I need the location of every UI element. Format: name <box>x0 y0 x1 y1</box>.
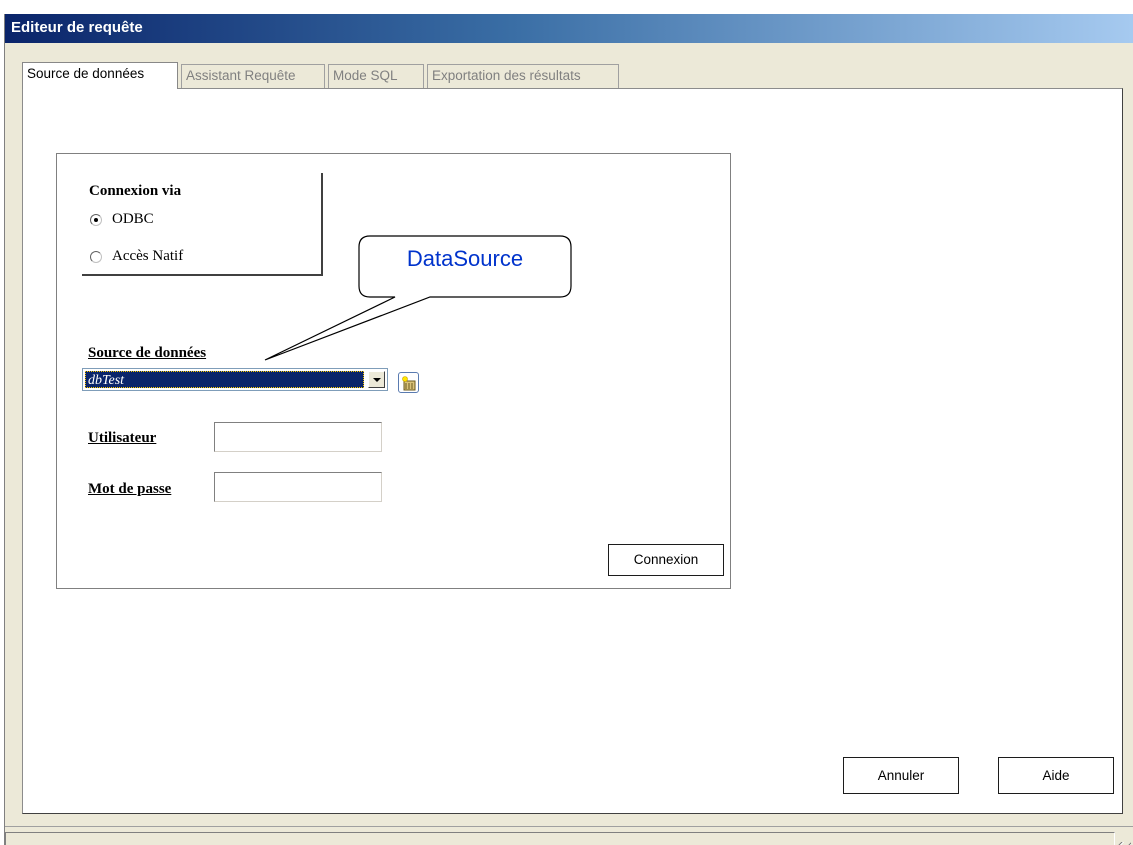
datasource-callout: DataSource <box>264 235 572 361</box>
tab-source-de-donnees[interactable]: Source de données <box>22 62 178 89</box>
callout-text: DataSource <box>407 246 523 271</box>
